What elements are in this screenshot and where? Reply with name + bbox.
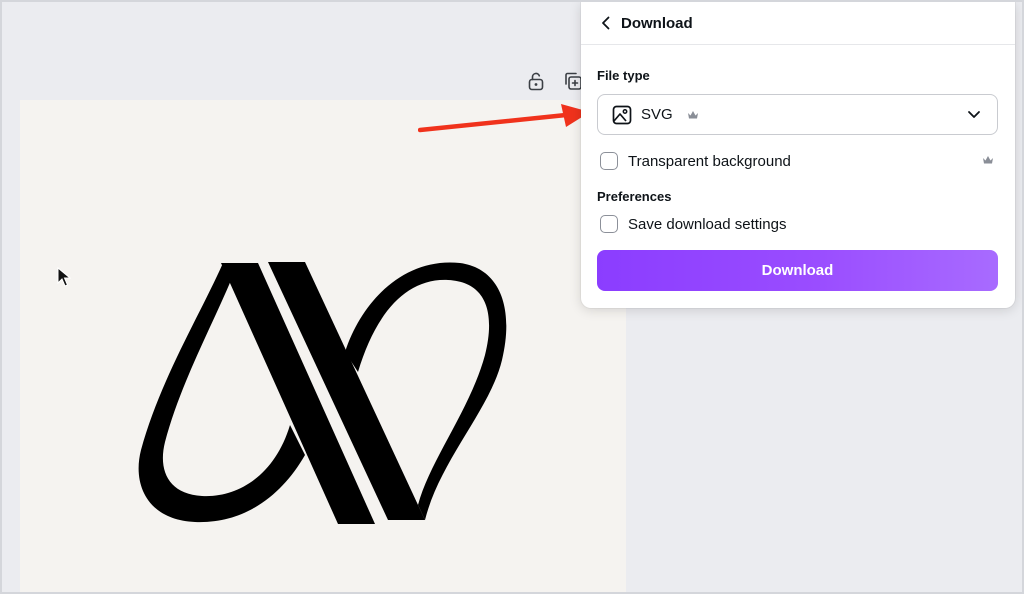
preferences-label: Preferences <box>597 189 672 204</box>
logo-graphic <box>138 262 507 524</box>
transparent-background-checkbox[interactable] <box>600 152 618 170</box>
mouse-pointer-icon <box>57 267 71 287</box>
download-panel: Download File type SVG Transparent backg… <box>581 2 1015 308</box>
panel-title: Download <box>621 14 693 32</box>
save-download-settings-option[interactable]: Save download settings <box>600 215 786 233</box>
chevron-left-icon <box>602 16 610 30</box>
save-download-settings-label: Save download settings <box>628 215 787 233</box>
transparent-background-label: Transparent background <box>628 152 791 170</box>
file-type-value: SVG <box>641 106 673 123</box>
design-canvas[interactable] <box>20 100 626 594</box>
image-icon <box>612 105 632 124</box>
file-type-label: File type <box>597 68 650 83</box>
back-button[interactable] <box>597 14 615 32</box>
crown-icon <box>687 110 699 120</box>
annotation-arrow <box>418 104 590 133</box>
file-type-select[interactable]: SVG <box>597 94 998 135</box>
crown-icon <box>982 155 994 165</box>
transparent-background-option[interactable]: Transparent background <box>600 152 791 170</box>
duplicate-page-icon <box>565 72 582 90</box>
chevron-down-icon <box>967 107 981 126</box>
panel-header: Download <box>581 2 1015 45</box>
save-download-settings-checkbox[interactable] <box>600 215 618 233</box>
download-button[interactable]: Download <box>597 250 998 291</box>
lock-page-button[interactable] <box>523 68 549 94</box>
lock-icon <box>528 72 544 91</box>
